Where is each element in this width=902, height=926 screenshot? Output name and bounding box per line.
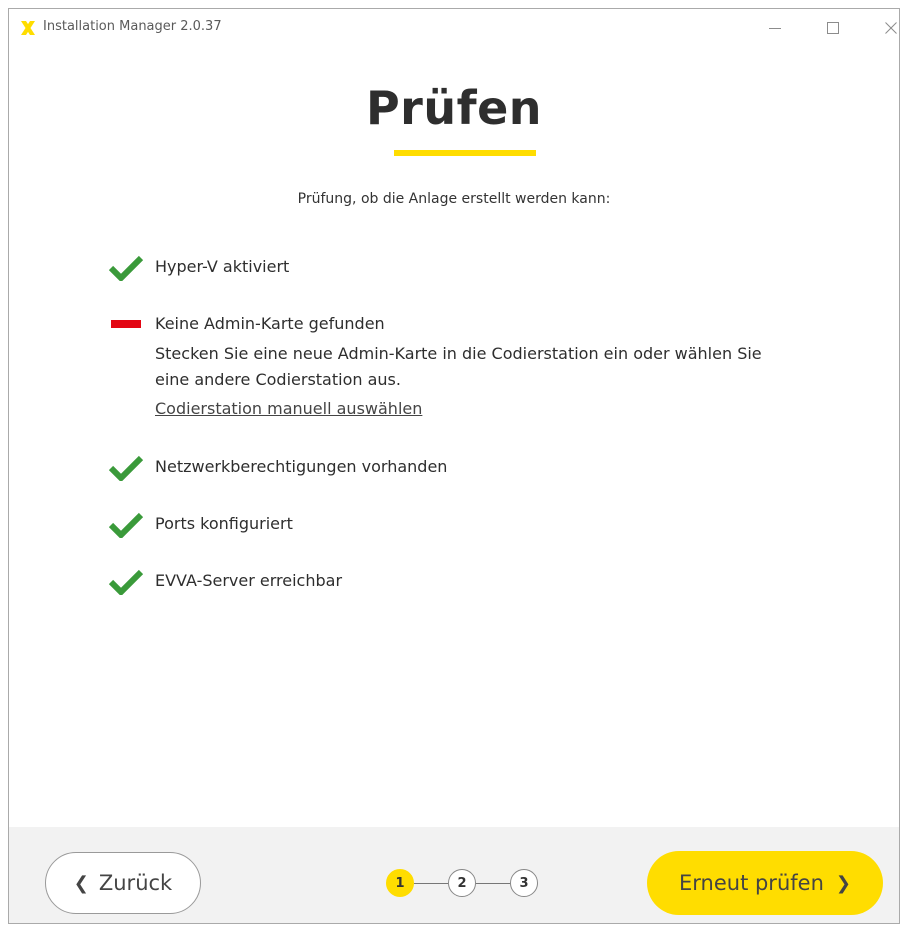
check-label: Keine Admin-Karte gefunden [155, 314, 385, 333]
checkmark-icon [109, 255, 143, 281]
back-button-label: Zurück [98, 871, 173, 895]
retry-check-button[interactable]: Erneut prüfen ❯ [647, 851, 883, 915]
wizard-footer: ❮ Zurück 1 2 3 Erneut prüfen ❯ [9, 827, 899, 923]
intro-text: Prüfung, ob die Anlage erstellt werden k… [297, 191, 611, 207]
checkmark-icon [109, 569, 143, 595]
maximize-icon [827, 22, 839, 34]
checkmark-icon [109, 512, 143, 538]
retry-button-label: Erneut prüfen [679, 871, 824, 895]
window-title: Installation Manager 2.0.37 [43, 19, 222, 34]
check-label: Hyper-V aktiviert [155, 257, 290, 276]
title-bar[interactable]: Installation Manager 2.0.37 [9, 9, 899, 47]
step-3: 3 [510, 869, 538, 897]
step-connector [476, 883, 510, 884]
step-connector [414, 883, 448, 884]
checkmark-icon [109, 455, 143, 481]
page-title: Prüfen [365, 81, 543, 135]
check-label: Ports konfiguriert [155, 514, 293, 533]
app-logo-icon [21, 21, 35, 35]
check-label: EVVA-Server erreichbar [155, 571, 343, 590]
maximize-button[interactable] [819, 15, 847, 41]
minimize-icon [769, 28, 781, 29]
select-station-manually-link[interactable]: Codierstation manuell auswählen [155, 399, 422, 418]
installation-manager-window: Installation Manager 2.0.37 Prüfen Prüfu… [8, 8, 900, 924]
chevron-left-icon: ❮ [73, 872, 89, 894]
wizard-step-indicator: 1 2 3 [385, 867, 545, 901]
title-underline [394, 150, 536, 156]
close-icon [885, 22, 897, 34]
step-1: 1 [386, 869, 414, 897]
minimize-button[interactable] [761, 15, 789, 41]
step-2: 2 [448, 869, 476, 897]
error-detail-text: Stecken Sie eine neue Admin-Karte in die… [155, 344, 762, 389]
error-marker-icon [111, 320, 141, 328]
back-button[interactable]: ❮ Zurück [45, 852, 201, 914]
close-button[interactable] [877, 15, 899, 41]
chevron-right-icon: ❯ [835, 872, 851, 894]
check-label: Netzwerkberechtigungen vorhanden [155, 457, 448, 476]
